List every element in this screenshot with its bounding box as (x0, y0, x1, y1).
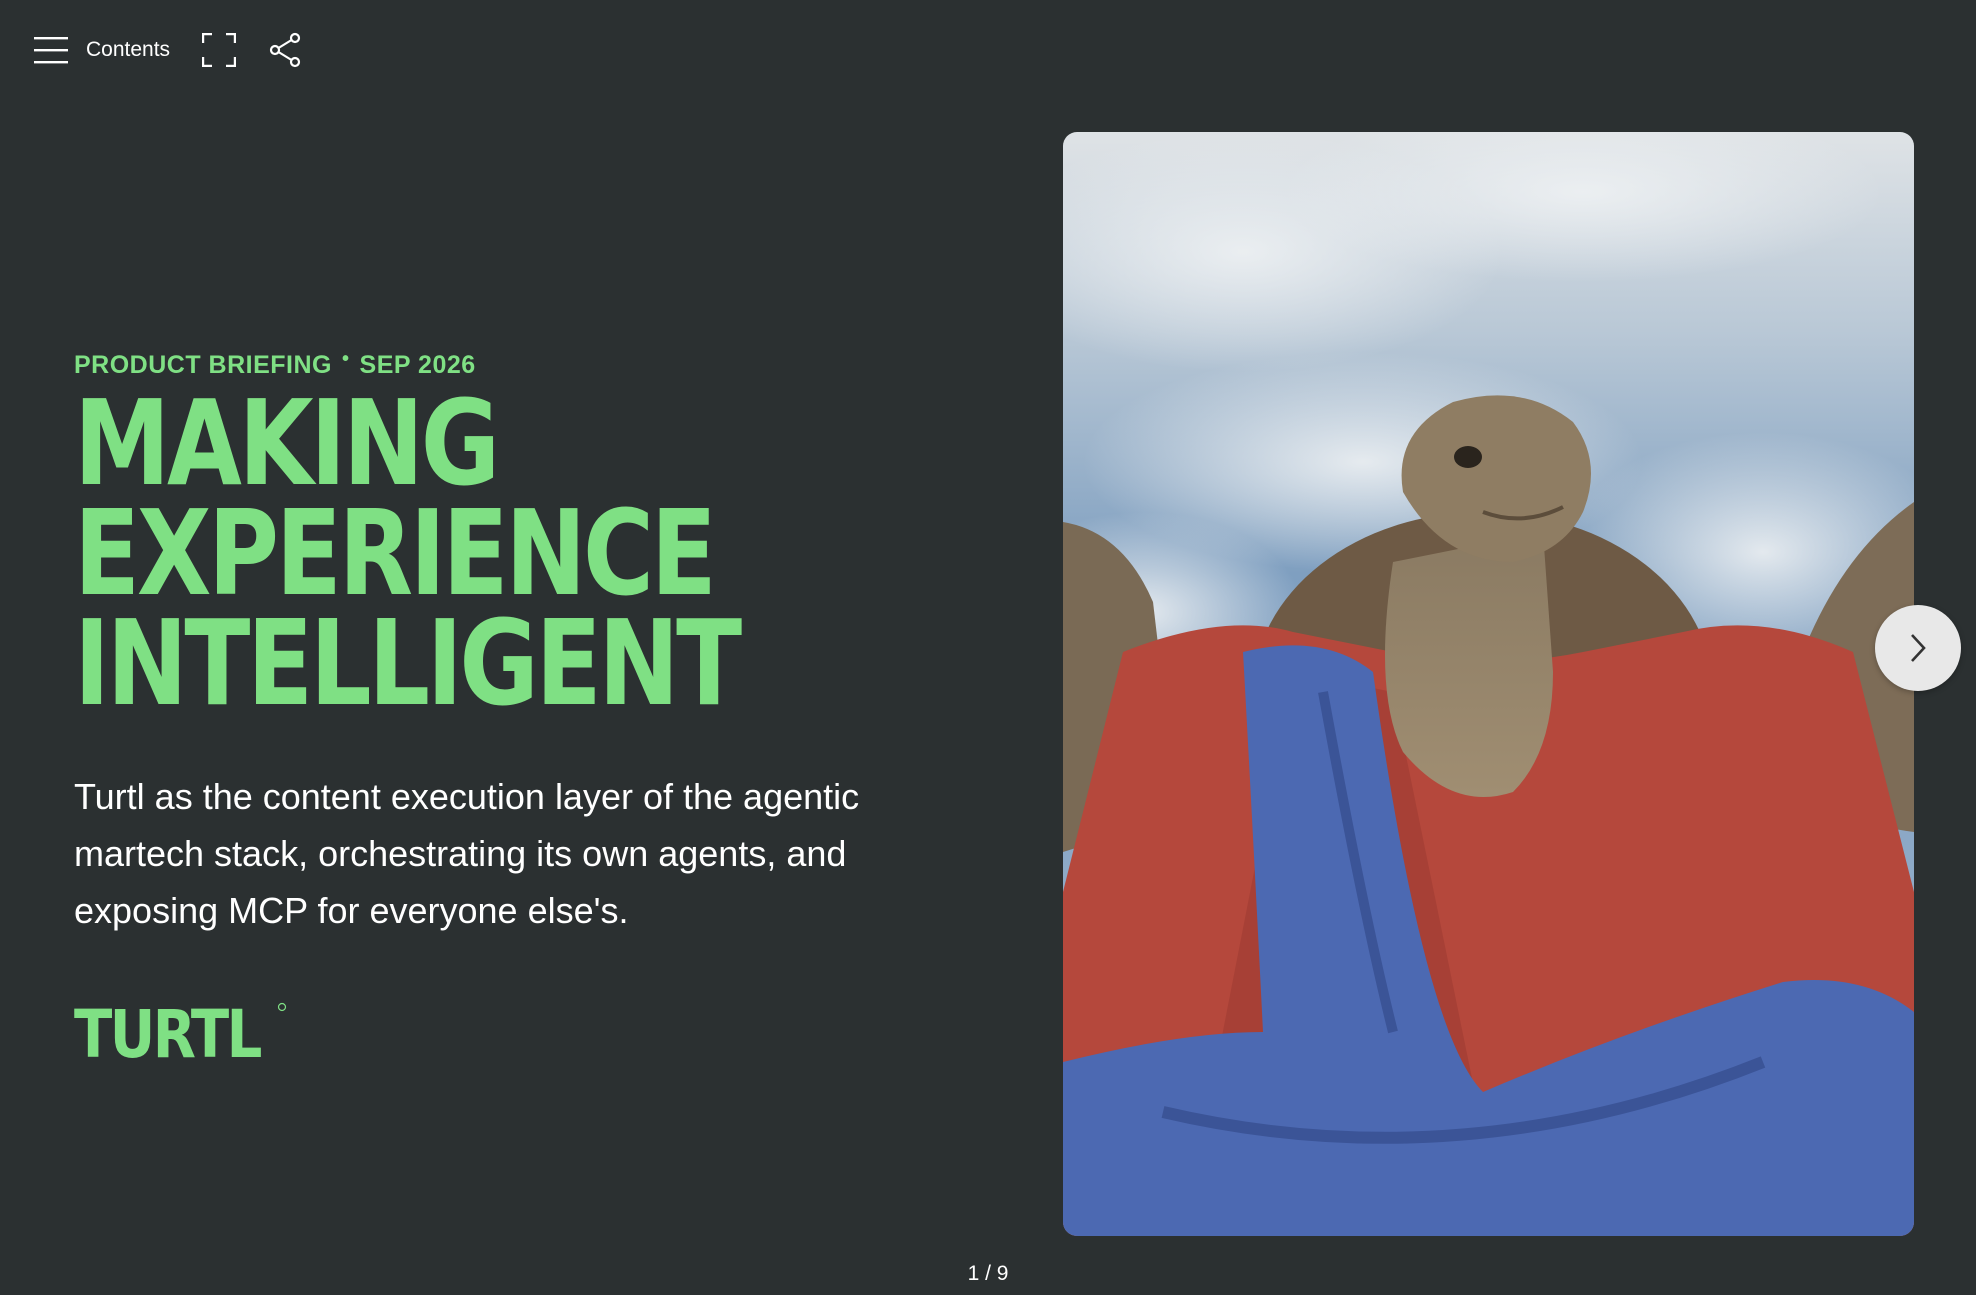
page-title: MAKING EXPERIENCE INTELLIGENT (74, 374, 812, 732)
toolbar: Contents (34, 30, 302, 70)
hamburger-icon (34, 37, 68, 64)
logo-mark: TURTL (74, 997, 287, 1073)
hero-section: PRODUCT BRIEFING • SEP 2026 MAKING EXPER… (74, 347, 974, 1074)
headline-line: EXPERIENCE (74, 484, 717, 622)
fullscreen-icon (202, 33, 237, 67)
headline-line: INTELLIGENT (74, 594, 742, 732)
contents-label: Contents (86, 38, 171, 61)
hero-image (1063, 132, 1914, 1236)
eyebrow-separator: • (342, 347, 350, 370)
share-button[interactable] (268, 32, 302, 68)
page-indicator: 1 / 9 (967, 1262, 1009, 1285)
tortoise-superhero-photo (1063, 132, 1914, 1236)
share-icon (269, 32, 301, 68)
fullscreen-button[interactable] (202, 33, 237, 67)
next-slide-button[interactable] (1875, 605, 1961, 691)
svg-text:TURTL: TURTL (74, 999, 261, 1063)
description: Turtl as the content execution layer of … (74, 776, 860, 931)
contents-button[interactable]: Contents (34, 30, 170, 70)
chevron-right-icon (1911, 634, 1926, 662)
headline-line: MAKING (74, 374, 500, 512)
turtl-logo: TURTL (74, 997, 974, 1073)
